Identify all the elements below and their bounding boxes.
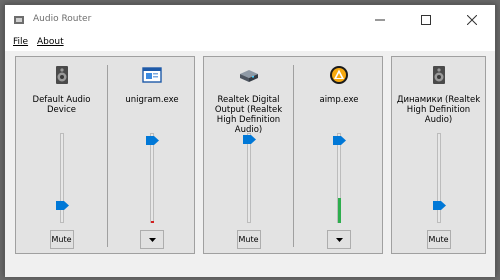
channel-realtek-digital-output: Realtek Digital Output (Realtek High Def… — [204, 57, 293, 253]
dropdown-button[interactable] — [140, 230, 164, 249]
level-meter — [338, 197, 341, 223]
volume-slider-thumb[interactable] — [242, 134, 256, 144]
app-window-icon — [142, 67, 162, 83]
dropdown-button[interactable] — [327, 230, 351, 249]
maximize-icon — [421, 15, 431, 25]
level-meter — [151, 221, 154, 223]
chevron-down-icon — [149, 238, 156, 242]
speaker-icon — [55, 66, 68, 84]
audio-router-window: Audio Router File About Default Audio De… — [4, 4, 496, 277]
menu-about[interactable]: About — [37, 37, 64, 47]
mute-button[interactable]: Mute — [236, 230, 261, 249]
device-panels: Default Audio Device Mute unigram.exe Re… — [5, 51, 495, 277]
speaker-icon — [432, 66, 445, 84]
device-panel-realtek-digital: Realtek Digital Output (Realtek High Def… — [203, 56, 383, 254]
aimp-icon — [330, 66, 348, 84]
title-bar: Audio Router — [5, 5, 495, 35]
mute-button[interactable]: Mute — [49, 230, 74, 249]
channel-unigram: unigram.exe — [108, 57, 196, 253]
menu-file[interactable]: File — [13, 37, 28, 47]
device-panel-default: Default Audio Device Mute unigram.exe — [15, 56, 195, 254]
close-button[interactable] — [449, 5, 495, 35]
volume-slider-track[interactable] — [436, 133, 441, 223]
channel-label: Default Audio Device — [32, 95, 91, 115]
volume-slider-thumb[interactable] — [333, 135, 346, 145]
volume-slider-track[interactable] — [246, 133, 251, 223]
maximize-button[interactable] — [403, 5, 449, 35]
channel-label: Realtek Digital Output (Realtek High Def… — [214, 95, 283, 135]
window-title: Audio Router — [33, 14, 92, 24]
mute-button[interactable]: Mute — [426, 230, 451, 249]
volume-slider-track[interactable] — [150, 133, 154, 223]
channel-label: aimp.exe — [319, 95, 359, 105]
channel-label: unigram.exe — [125, 95, 179, 105]
minimize-button[interactable] — [357, 5, 403, 35]
volume-slider-thumb[interactable] — [432, 200, 446, 210]
close-icon — [467, 15, 477, 25]
volume-slider-thumb[interactable] — [55, 200, 69, 210]
channel-aimp: aimp.exe — [294, 57, 384, 253]
minimize-icon — [375, 19, 385, 21]
channel-label: Динамики (Realtek High Definition Audio) — [396, 95, 481, 125]
audio-router-app-icon — [14, 16, 24, 24]
menu-bar: File About — [5, 35, 495, 51]
chevron-down-icon — [336, 238, 343, 242]
volume-slider-track[interactable] — [59, 133, 64, 223]
volume-slider-thumb[interactable] — [146, 135, 159, 145]
channel-default-audio-device: Default Audio Device Mute — [16, 57, 107, 253]
digital-output-icon — [239, 70, 258, 82]
channel-dinamiki: Динамики (Realtek High Definition Audio)… — [392, 57, 485, 253]
device-panel-dynamics: Динамики (Realtek High Definition Audio)… — [391, 56, 486, 254]
